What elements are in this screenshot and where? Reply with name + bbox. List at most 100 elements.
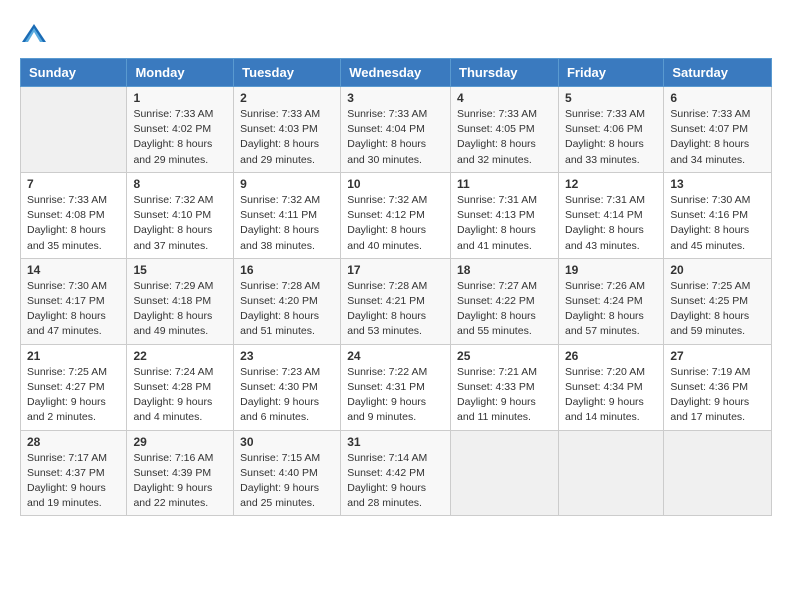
day-info: Sunrise: 7:33 AMSunset: 4:08 PMDaylight:…	[27, 193, 120, 254]
day-info: Sunrise: 7:26 AMSunset: 4:24 PMDaylight:…	[565, 279, 657, 340]
calendar-cell: 8 Sunrise: 7:32 AMSunset: 4:10 PMDaylight…	[127, 172, 234, 258]
day-info: Sunrise: 7:33 AMSunset: 4:05 PMDaylight:…	[457, 107, 552, 168]
calendar-cell: 19 Sunrise: 7:26 AMSunset: 4:24 PMDayligh…	[558, 258, 663, 344]
day-info: Sunrise: 7:29 AMSunset: 4:18 PMDaylight:…	[133, 279, 227, 340]
calendar-cell: 22 Sunrise: 7:24 AMSunset: 4:28 PMDayligh…	[127, 344, 234, 430]
calendar-cell: 18 Sunrise: 7:27 AMSunset: 4:22 PMDayligh…	[451, 258, 559, 344]
logo	[20, 20, 52, 48]
day-info: Sunrise: 7:28 AMSunset: 4:21 PMDaylight:…	[347, 279, 444, 340]
header-saturday: Saturday	[664, 59, 772, 87]
day-number: 23	[240, 349, 334, 363]
calendar-cell: 6 Sunrise: 7:33 AMSunset: 4:07 PMDaylight…	[664, 87, 772, 173]
day-info: Sunrise: 7:14 AMSunset: 4:42 PMDaylight:…	[347, 451, 444, 512]
calendar-cell: 30 Sunrise: 7:15 AMSunset: 4:40 PMDayligh…	[234, 430, 341, 516]
day-info: Sunrise: 7:33 AMSunset: 4:07 PMDaylight:…	[670, 107, 765, 168]
calendar-cell: 17 Sunrise: 7:28 AMSunset: 4:21 PMDayligh…	[341, 258, 451, 344]
day-number: 1	[133, 91, 227, 105]
calendar-cell: 27 Sunrise: 7:19 AMSunset: 4:36 PMDayligh…	[664, 344, 772, 430]
calendar-cell	[21, 87, 127, 173]
day-number: 31	[347, 435, 444, 449]
calendar-cell	[664, 430, 772, 516]
header-monday: Monday	[127, 59, 234, 87]
calendar-cell: 23 Sunrise: 7:23 AMSunset: 4:30 PMDayligh…	[234, 344, 341, 430]
day-number: 9	[240, 177, 334, 191]
calendar-cell: 20 Sunrise: 7:25 AMSunset: 4:25 PMDayligh…	[664, 258, 772, 344]
calendar-cell: 5Sunrise: 7:33 AMSunset: 4:06 PMDaylight…	[558, 87, 663, 173]
day-number: 25	[457, 349, 552, 363]
day-number: 19	[565, 263, 657, 277]
calendar-cell	[558, 430, 663, 516]
calendar-cell	[451, 430, 559, 516]
calendar-cell: 24 Sunrise: 7:22 AMSunset: 4:31 PMDayligh…	[341, 344, 451, 430]
calendar-week-row: 28 Sunrise: 7:17 AMSunset: 4:37 PMDayligh…	[21, 430, 772, 516]
day-info: Sunrise: 7:27 AMSunset: 4:22 PMDaylight:…	[457, 279, 552, 340]
day-number: 18	[457, 263, 552, 277]
calendar-cell: 12 Sunrise: 7:31 AMSunset: 4:14 PMDayligh…	[558, 172, 663, 258]
calendar-cell: 2 Sunrise: 7:33 AMSunset: 4:03 PMDaylight…	[234, 87, 341, 173]
day-number: 26	[565, 349, 657, 363]
day-number: 24	[347, 349, 444, 363]
day-number: 21	[27, 349, 120, 363]
calendar-week-row: 7 Sunrise: 7:33 AMSunset: 4:08 PMDaylight…	[21, 172, 772, 258]
calendar-cell: 10Sunrise: 7:32 AMSunset: 4:12 PMDayligh…	[341, 172, 451, 258]
day-number: 6	[670, 91, 765, 105]
calendar-cell: 26Sunrise: 7:20 AMSunset: 4:34 PMDayligh…	[558, 344, 663, 430]
day-number: 15	[133, 263, 227, 277]
day-number: 3	[347, 91, 444, 105]
day-info: Sunrise: 7:32 AMSunset: 4:11 PMDaylight:…	[240, 193, 334, 254]
calendar-cell: 21Sunrise: 7:25 AMSunset: 4:27 PMDayligh…	[21, 344, 127, 430]
day-number: 17	[347, 263, 444, 277]
day-info: Sunrise: 7:15 AMSunset: 4:40 PMDaylight:…	[240, 451, 334, 512]
calendar-table: SundayMondayTuesdayWednesdayThursdayFrid…	[20, 58, 772, 516]
day-number: 14	[27, 263, 120, 277]
day-number: 28	[27, 435, 120, 449]
calendar-week-row: 21Sunrise: 7:25 AMSunset: 4:27 PMDayligh…	[21, 344, 772, 430]
day-info: Sunrise: 7:32 AMSunset: 4:10 PMDaylight:…	[133, 193, 227, 254]
day-number: 29	[133, 435, 227, 449]
header-tuesday: Tuesday	[234, 59, 341, 87]
calendar-cell: 14 Sunrise: 7:30 AMSunset: 4:17 PMDayligh…	[21, 258, 127, 344]
header-wednesday: Wednesday	[341, 59, 451, 87]
calendar-cell: 3Sunrise: 7:33 AMSunset: 4:04 PMDaylight…	[341, 87, 451, 173]
day-info: Sunrise: 7:28 AMSunset: 4:20 PMDaylight:…	[240, 279, 334, 340]
day-info: Sunrise: 7:31 AMSunset: 4:14 PMDaylight:…	[565, 193, 657, 254]
day-info: Sunrise: 7:22 AMSunset: 4:31 PMDaylight:…	[347, 365, 444, 426]
day-number: 12	[565, 177, 657, 191]
day-info: Sunrise: 7:33 AMSunset: 4:03 PMDaylight:…	[240, 107, 334, 168]
day-number: 27	[670, 349, 765, 363]
day-info: Sunrise: 7:33 AMSunset: 4:06 PMDaylight:…	[565, 107, 657, 168]
calendar-cell: 4 Sunrise: 7:33 AMSunset: 4:05 PMDaylight…	[451, 87, 559, 173]
day-info: Sunrise: 7:33 AMSunset: 4:02 PMDaylight:…	[133, 107, 227, 168]
calendar-cell: 1 Sunrise: 7:33 AMSunset: 4:02 PMDaylight…	[127, 87, 234, 173]
day-info: Sunrise: 7:17 AMSunset: 4:37 PMDaylight:…	[27, 451, 120, 512]
calendar-week-row: 14 Sunrise: 7:30 AMSunset: 4:17 PMDayligh…	[21, 258, 772, 344]
calendar-week-row: 1 Sunrise: 7:33 AMSunset: 4:02 PMDaylight…	[21, 87, 772, 173]
calendar-cell: 13 Sunrise: 7:30 AMSunset: 4:16 PMDayligh…	[664, 172, 772, 258]
day-info: Sunrise: 7:24 AMSunset: 4:28 PMDaylight:…	[133, 365, 227, 426]
calendar-cell: 31 Sunrise: 7:14 AMSunset: 4:42 PMDayligh…	[341, 430, 451, 516]
day-number: 2	[240, 91, 334, 105]
calendar-cell: 15 Sunrise: 7:29 AMSunset: 4:18 PMDayligh…	[127, 258, 234, 344]
day-number: 4	[457, 91, 552, 105]
calendar-cell: 7 Sunrise: 7:33 AMSunset: 4:08 PMDaylight…	[21, 172, 127, 258]
page-header	[20, 16, 772, 48]
day-number: 13	[670, 177, 765, 191]
day-number: 30	[240, 435, 334, 449]
day-number: 20	[670, 263, 765, 277]
day-number: 11	[457, 177, 552, 191]
logo-icon	[20, 20, 48, 48]
day-info: Sunrise: 7:30 AMSunset: 4:16 PMDaylight:…	[670, 193, 765, 254]
day-number: 7	[27, 177, 120, 191]
day-info: Sunrise: 7:25 AMSunset: 4:25 PMDaylight:…	[670, 279, 765, 340]
calendar-cell: 25 Sunrise: 7:21 AMSunset: 4:33 PMDayligh…	[451, 344, 559, 430]
day-number: 8	[133, 177, 227, 191]
header-friday: Friday	[558, 59, 663, 87]
day-info: Sunrise: 7:21 AMSunset: 4:33 PMDaylight:…	[457, 365, 552, 426]
day-info: Sunrise: 7:16 AMSunset: 4:39 PMDaylight:…	[133, 451, 227, 512]
day-info: Sunrise: 7:23 AMSunset: 4:30 PMDaylight:…	[240, 365, 334, 426]
calendar-cell: 16Sunrise: 7:28 AMSunset: 4:20 PMDayligh…	[234, 258, 341, 344]
day-number: 22	[133, 349, 227, 363]
day-number: 10	[347, 177, 444, 191]
day-info: Sunrise: 7:30 AMSunset: 4:17 PMDaylight:…	[27, 279, 120, 340]
day-info: Sunrise: 7:19 AMSunset: 4:36 PMDaylight:…	[670, 365, 765, 426]
